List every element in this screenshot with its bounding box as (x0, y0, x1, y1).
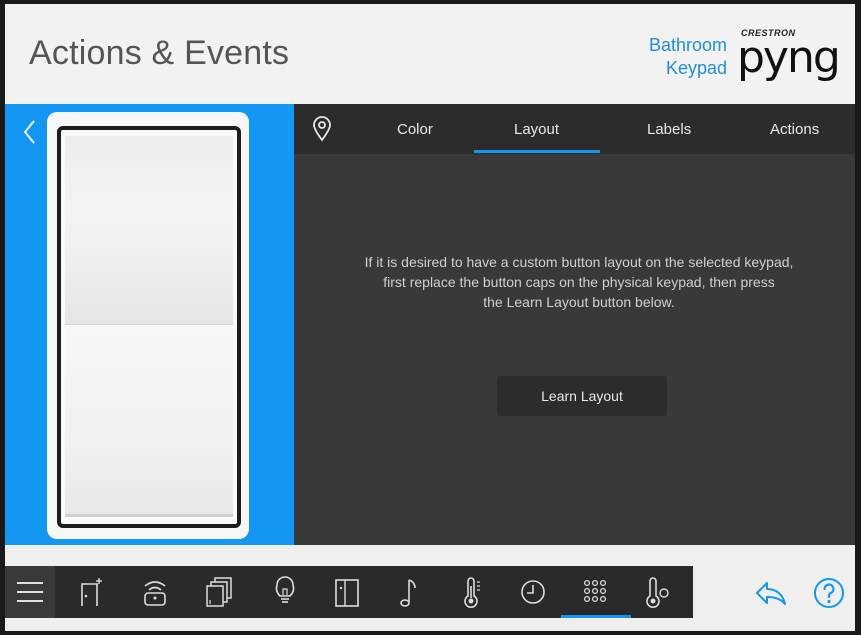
tab-labels[interactable]: Labels (647, 121, 691, 138)
thermometer-icon[interactable] (457, 576, 487, 608)
room-device-label: Bathroom Keypad (649, 34, 727, 80)
shades-icon[interactable] (203, 576, 233, 608)
keypad-image (47, 112, 249, 539)
back-chevron-icon[interactable] (19, 118, 41, 146)
learn-layout-button[interactable]: Learn Layout (497, 376, 667, 416)
keypad-button-bottom[interactable] (65, 326, 233, 517)
room-name: Bathroom (648, 35, 727, 55)
page-title: Actions & Events (29, 34, 290, 72)
layout-instructions: If it is desired to have a custom button… (334, 252, 824, 312)
help-icon[interactable] (813, 577, 845, 609)
add-device-icon[interactable] (75, 576, 105, 608)
keypad-preview-panel (5, 104, 294, 545)
keypad-icon[interactable] (580, 576, 610, 608)
tab-actions[interactable]: Actions (770, 121, 819, 138)
tab-layout[interactable]: Layout (514, 121, 559, 138)
header: Actions & Events Bathroom Keypad CRESTRO… (5, 4, 855, 104)
keypad-faceplate (57, 126, 241, 528)
menu-icon (17, 582, 43, 602)
thermostat-sensor-icon[interactable] (642, 576, 672, 608)
remote-icon[interactable] (140, 576, 170, 608)
share-icon[interactable] (755, 580, 787, 606)
message-line-2: first replace the button caps on the phy… (383, 274, 775, 290)
music-note-icon[interactable] (393, 576, 423, 608)
lightbulb-icon[interactable] (270, 576, 300, 608)
clock-icon[interactable] (518, 576, 548, 608)
tab-bar: Color Layout Labels Actions (294, 104, 855, 154)
door-icon[interactable] (332, 576, 362, 608)
keypad-button-top[interactable] (65, 136, 233, 325)
bottom-toolbar (5, 566, 693, 618)
settings-panel: Color Layout Labels Actions If it is des… (294, 104, 855, 545)
message-line-1: If it is desired to have a custom button… (364, 254, 794, 270)
active-tab-indicator (474, 150, 600, 153)
message-line-3: the Learn Layout button below. (483, 294, 675, 310)
tab-color[interactable]: Color (397, 121, 433, 138)
device-name: Keypad (665, 58, 727, 78)
app-window: Actions & Events Bathroom Keypad CRESTRO… (5, 4, 855, 631)
menu-button[interactable] (5, 566, 55, 618)
location-pin-icon[interactable] (312, 116, 332, 142)
crestron-pyng-logo: CRESTRON pyng (735, 28, 841, 83)
logo-name: pyng (737, 32, 841, 83)
active-nav-indicator (561, 615, 631, 618)
